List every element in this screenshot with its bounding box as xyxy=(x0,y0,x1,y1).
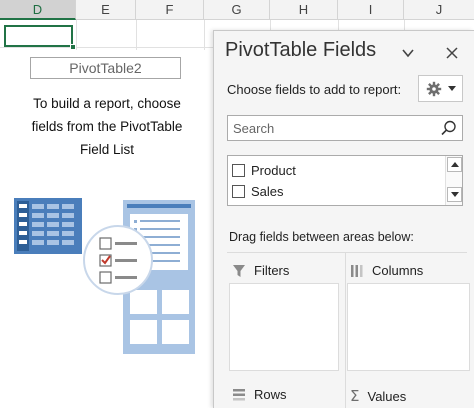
column-header-j[interactable]: J xyxy=(404,0,474,20)
active-cell[interactable] xyxy=(4,25,73,47)
column-header-i[interactable]: I xyxy=(338,0,404,20)
close-pane-button[interactable] xyxy=(440,41,464,65)
column-header-h[interactable]: H xyxy=(270,0,338,20)
field-label: Sales xyxy=(251,183,284,199)
scroll-down-button[interactable] xyxy=(447,187,462,202)
columns-drop-area[interactable] xyxy=(347,283,470,371)
search-icon[interactable] xyxy=(440,119,458,137)
field-item-sales[interactable]: Sales xyxy=(232,181,284,201)
column-header-f[interactable]: F xyxy=(136,0,204,20)
checkbox-list-illustration-icon xyxy=(83,225,153,295)
field-checkbox[interactable] xyxy=(232,184,245,198)
values-area-header: Σ Values xyxy=(350,387,406,405)
area-divider xyxy=(345,253,346,408)
rows-area-label: Rows xyxy=(254,387,287,402)
columns-area-header: Columns xyxy=(350,263,423,278)
search-box[interactable] xyxy=(227,115,463,141)
filter-icon xyxy=(233,264,245,277)
scroll-up-button[interactable] xyxy=(447,157,462,172)
grid-line xyxy=(136,20,137,50)
fill-handle[interactable] xyxy=(70,44,76,50)
pivottable-instructions: To build a report, choose fields from th… xyxy=(31,96,183,157)
field-list-scrollbar[interactable] xyxy=(445,156,462,205)
values-area-label: Values xyxy=(367,388,407,404)
search-input[interactable] xyxy=(228,116,428,140)
choose-fields-label: Choose fields to add to report: xyxy=(227,82,402,97)
pivottable-illustration xyxy=(14,198,195,354)
column-header-bar: D E F G H I J xyxy=(0,0,474,20)
triangle-down-icon xyxy=(450,192,459,197)
column-header-d[interactable]: D xyxy=(0,0,76,20)
columns-icon xyxy=(351,264,363,277)
pivottable-name[interactable]: PivotTable2 xyxy=(30,57,181,79)
rows-icon xyxy=(233,388,245,400)
drag-fields-label: Drag fields between areas below: xyxy=(229,230,414,244)
field-checkbox[interactable] xyxy=(232,163,245,177)
rows-area-header: Rows xyxy=(232,387,287,402)
grid-line xyxy=(76,20,77,50)
pane-options-button[interactable] xyxy=(396,41,420,65)
column-header-e[interactable]: E xyxy=(76,0,136,20)
filters-area-header: Filters xyxy=(232,263,289,278)
triangle-up-icon xyxy=(450,162,459,167)
gear-icon xyxy=(426,81,441,96)
filters-drop-area[interactable] xyxy=(229,283,339,371)
grid-line xyxy=(204,20,205,50)
close-icon xyxy=(446,47,458,59)
field-item-product[interactable]: Product xyxy=(232,160,296,180)
tools-dropdown-button[interactable] xyxy=(418,75,463,102)
columns-area-label: Columns xyxy=(372,263,424,278)
chevron-down-icon xyxy=(402,49,414,58)
filters-area-label: Filters xyxy=(254,263,290,278)
pivottable-fields-pane: PivotTable Fields Choose fields to add t… xyxy=(213,30,474,408)
dropdown-arrow-icon xyxy=(447,85,456,91)
column-header-g[interactable]: G xyxy=(204,0,270,20)
table-illustration-icon xyxy=(14,198,82,254)
sigma-icon: Σ xyxy=(350,387,360,405)
field-label: Product xyxy=(251,162,296,178)
pane-title: PivotTable Fields xyxy=(225,39,377,61)
field-list: Product Sales xyxy=(227,155,463,206)
area-divider xyxy=(227,252,467,253)
